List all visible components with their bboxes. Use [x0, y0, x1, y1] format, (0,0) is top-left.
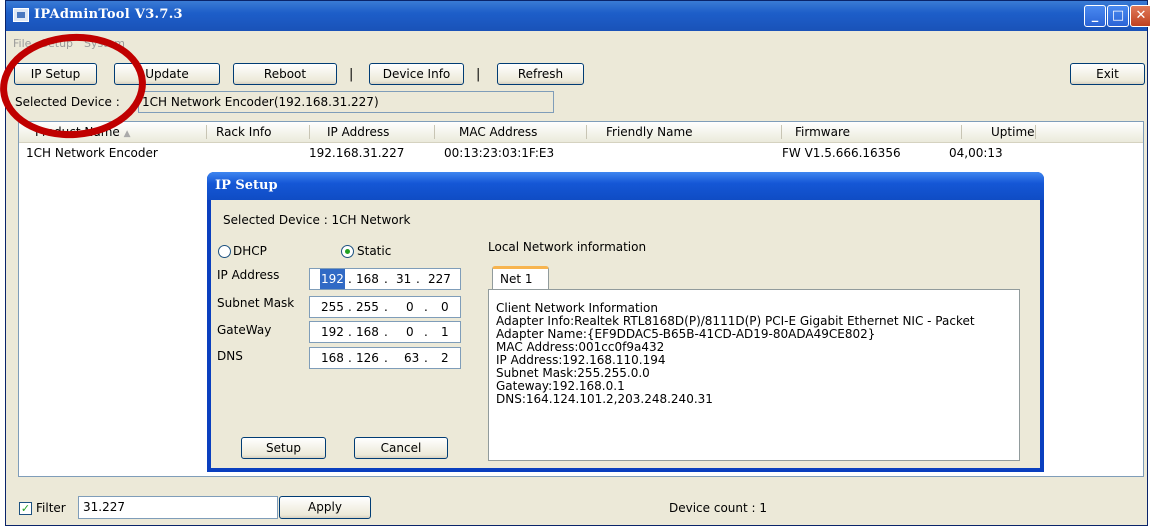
column-divider[interactable]: [1035, 125, 1036, 139]
ip-octet-4[interactable]: 227: [428, 269, 451, 289]
octet-dot: .: [384, 300, 388, 314]
octet-dot: .: [348, 272, 352, 286]
gateway-octet-1[interactable]: 192: [321, 322, 344, 342]
network-info-panel: Client Network Information Adapter Info:…: [488, 289, 1020, 461]
dns-octet-3[interactable]: 63: [404, 348, 419, 368]
gateway-octet-2[interactable]: 168: [356, 322, 379, 342]
device-info-button[interactable]: Device Info: [369, 63, 464, 85]
octet-dot: .: [424, 351, 428, 365]
dns-octet-4[interactable]: 2: [441, 348, 449, 368]
filter-label: Filter: [36, 501, 66, 515]
octet-dot: .: [416, 272, 420, 286]
gateway-field[interactable]: 192 . 168 . 0 . 1: [309, 321, 461, 343]
column-divider[interactable]: [434, 125, 435, 139]
toolbar-separator: |: [476, 67, 481, 82]
octet-dot: .: [348, 300, 352, 314]
dns-label: DNS: [217, 349, 243, 363]
dhcp-radio[interactable]: [218, 245, 231, 258]
filter-input[interactable]: 31.227: [78, 496, 278, 519]
device-count: Device count : 1: [669, 501, 768, 515]
octet-dot: .: [424, 300, 428, 314]
cell-firmware: FW V1.5.666.16356: [782, 146, 901, 160]
static-radio[interactable]: [341, 245, 354, 258]
cell-mac: 00:13:23:03:1F:E3: [444, 146, 555, 160]
octet-dot: .: [348, 325, 352, 339]
gateway-label: GateWay: [217, 323, 272, 337]
column-divider[interactable]: [781, 125, 782, 139]
subnet-mask-label: Subnet Mask: [217, 296, 295, 310]
col-ip-address[interactable]: IP Address: [327, 125, 389, 139]
close-button[interactable]: ✕: [1130, 5, 1150, 27]
col-uptime[interactable]: Uptime: [991, 125, 1035, 139]
reboot-button[interactable]: Reboot: [233, 63, 337, 85]
minimize-button[interactable]: _: [1084, 5, 1106, 27]
dhcp-label[interactable]: DHCP: [233, 244, 267, 258]
col-rack-info[interactable]: Rack Info: [216, 125, 272, 139]
cancel-button[interactable]: Cancel: [354, 437, 448, 459]
subnet-octet-1[interactable]: 255: [321, 297, 344, 317]
subnet-mask-field[interactable]: 255 . 255 . 0 . 0: [309, 296, 461, 318]
ip-setup-dialog: IP Setup Selected Device : 1CH Network D…: [207, 172, 1044, 472]
local-network-label: Local Network information: [488, 240, 647, 254]
subnet-octet-3[interactable]: 0: [406, 297, 414, 317]
octet-dot: .: [348, 351, 352, 365]
cell-product: 1CH Network Encoder: [26, 146, 158, 160]
dialog-title-bar[interactable]: IP Setup: [207, 172, 1044, 200]
column-divider[interactable]: [206, 125, 207, 139]
window-title: IPAdminTool V3.7.3: [34, 7, 183, 22]
dns-octet-2[interactable]: 126: [356, 348, 379, 368]
list-header: Product Name ▲ Rack Info IP Address MAC …: [19, 122, 1143, 143]
ip-octet-2[interactable]: 168: [356, 269, 379, 289]
dns-octet-1[interactable]: 168: [321, 348, 344, 368]
selected-device-field: 1CH Network Encoder(192.168.31.227): [138, 91, 554, 113]
octet-dot: .: [384, 351, 388, 365]
subnet-octet-2[interactable]: 255: [356, 297, 379, 317]
title-bar[interactable]: IPAdminTool V3.7.3 _ □ ✕: [6, 1, 1150, 31]
col-friendly-name[interactable]: Friendly Name: [606, 125, 693, 139]
column-divider[interactable]: [309, 125, 310, 139]
info-line: DNS:164.124.101.2,203.248.240.31: [496, 392, 713, 406]
octet-dot: .: [384, 325, 388, 339]
toolbar-separator: |: [349, 67, 354, 82]
dns-field[interactable]: 168 . 126 . 63 . 2: [309, 347, 461, 369]
filter-checkbox[interactable]: ✓: [19, 502, 32, 515]
column-divider[interactable]: [586, 125, 587, 139]
column-divider[interactable]: [961, 125, 962, 139]
cell-uptime: 04,00:13: [949, 146, 1003, 160]
setup-button[interactable]: Setup: [241, 437, 326, 459]
col-firmware[interactable]: Firmware: [795, 125, 850, 139]
dialog-title: IP Setup: [215, 178, 278, 193]
dialog-selected-device: Selected Device : 1CH Network: [223, 213, 411, 227]
sort-asc-icon: ▲: [123, 129, 131, 139]
cell-ip: 192.168.31.227: [309, 146, 405, 160]
maximize-button[interactable]: □: [1107, 5, 1129, 27]
tab-net-1[interactable]: Net 1: [492, 266, 549, 290]
ip-address-label: IP Address: [217, 268, 280, 282]
ip-octet-3[interactable]: 31: [396, 269, 411, 289]
refresh-button[interactable]: Refresh: [497, 63, 584, 85]
static-label[interactable]: Static: [357, 244, 391, 258]
gateway-octet-4[interactable]: 1: [441, 322, 449, 342]
menu-bar: File Setup System: [6, 33, 1147, 55]
subnet-octet-4[interactable]: 0: [441, 297, 449, 317]
app-icon: [13, 8, 29, 22]
ip-octet-1[interactable]: 192: [320, 269, 345, 289]
octet-dot: .: [424, 325, 428, 339]
dialog-body: Selected Device : 1CH Network DHCP Stati…: [211, 200, 1040, 468]
ip-address-field[interactable]: 192 . 168 . 31 . 227: [309, 268, 461, 290]
octet-dot: .: [384, 272, 388, 286]
col-mac-address[interactable]: MAC Address: [459, 125, 537, 139]
apply-button[interactable]: Apply: [279, 496, 371, 519]
gateway-octet-3[interactable]: 0: [406, 322, 414, 342]
exit-button[interactable]: Exit: [1070, 63, 1145, 85]
